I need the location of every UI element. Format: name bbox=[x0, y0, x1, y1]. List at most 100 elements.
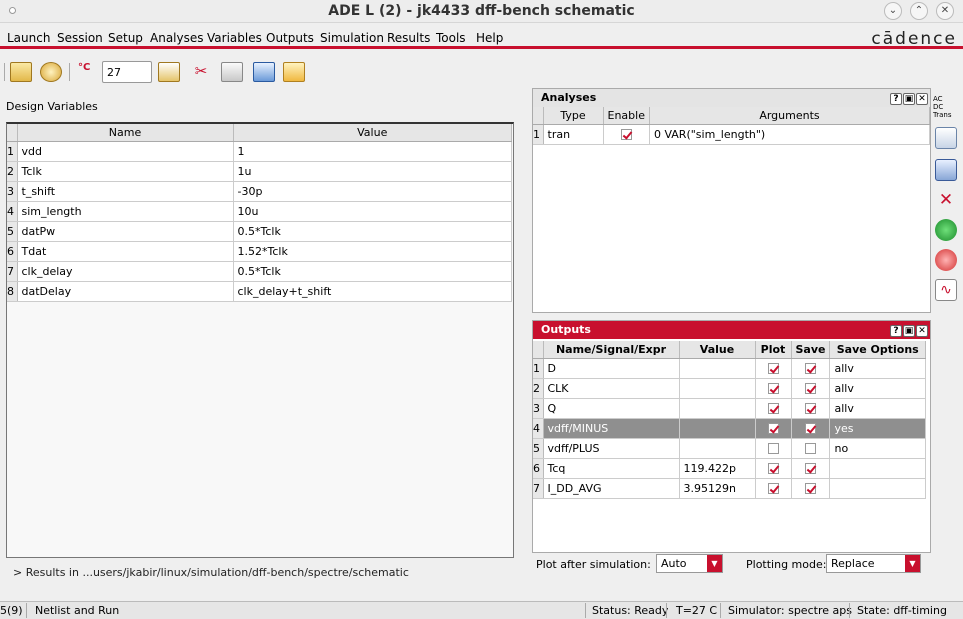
variable-name[interactable]: t_shift bbox=[17, 181, 234, 202]
table-row[interactable]: 7 I_DD_AVG 3.95129n bbox=[533, 478, 926, 499]
save-checkbox[interactable] bbox=[804, 363, 816, 374]
save-option[interactable]: allv bbox=[829, 358, 926, 379]
plot-checkbox[interactable] bbox=[767, 483, 779, 494]
save-option[interactable] bbox=[829, 458, 926, 479]
variable-value[interactable]: 10u bbox=[233, 201, 512, 222]
save-checkbox[interactable] bbox=[804, 383, 816, 394]
table-row[interactable]: 1 vdd 1 bbox=[7, 141, 512, 162]
variable-name[interactable]: sim_length bbox=[17, 201, 234, 222]
analysis-type[interactable]: tran bbox=[543, 124, 604, 145]
save-option[interactable]: yes bbox=[829, 418, 926, 439]
variable-name[interactable]: Tdat bbox=[17, 241, 234, 262]
table-row[interactable]: 3 Qallv bbox=[533, 398, 926, 419]
table-row[interactable]: 2 CLK allv bbox=[533, 378, 926, 399]
analysis-choice-icon[interactable]: AC DC Trans bbox=[933, 95, 952, 119]
variable-value[interactable]: 1.52*Tclk bbox=[233, 241, 512, 262]
plot-checkbox[interactable] bbox=[767, 463, 779, 474]
edit-icon[interactable] bbox=[253, 62, 275, 82]
setup-outputs-icon[interactable] bbox=[935, 159, 957, 181]
menu-session[interactable]: Session bbox=[57, 31, 103, 45]
plot-checkbox[interactable] bbox=[767, 403, 779, 414]
plotting-mode-select[interactable]: Replace ▼ bbox=[826, 554, 921, 573]
output-name[interactable]: Tcq bbox=[543, 458, 680, 479]
column-header-name-signal-expr[interactable]: Name/Signal/Expr bbox=[543, 341, 680, 359]
temperature-input[interactable] bbox=[102, 61, 152, 83]
open-folder-icon[interactable] bbox=[283, 62, 305, 82]
menu-variables[interactable]: Variables bbox=[207, 31, 262, 45]
output-name[interactable]: I_DD_AVG bbox=[543, 478, 680, 499]
menu-tools[interactable]: Tools bbox=[436, 31, 466, 45]
close-pane-icon[interactable]: ✕ bbox=[916, 325, 928, 337]
table-row[interactable]: 2 Tclk 1u bbox=[7, 161, 512, 182]
table-row[interactable]: 3 t_shift -30p bbox=[7, 181, 512, 202]
column-header-value[interactable]: Value bbox=[679, 341, 756, 359]
close-icon[interactable]: ✕ bbox=[936, 2, 954, 20]
edit-variables-icon[interactable] bbox=[935, 127, 957, 149]
save-option[interactable]: no bbox=[829, 438, 926, 459]
output-name[interactable]: D bbox=[543, 358, 680, 379]
variable-value[interactable]: clk_delay+t_shift bbox=[233, 281, 512, 302]
column-header-value[interactable]: Value bbox=[233, 124, 512, 142]
column-header-save[interactable]: Save bbox=[791, 341, 831, 359]
save-checkbox[interactable] bbox=[804, 403, 816, 414]
select-on-schematic-icon[interactable]: ✂ bbox=[190, 62, 212, 82]
table-row[interactable]: 4 vdff/MINUS yes bbox=[533, 418, 926, 439]
table-row[interactable]: 8 datDelay clk_delay+t_shift bbox=[7, 281, 512, 302]
delete-icon[interactable]: ✕ bbox=[935, 189, 957, 211]
menu-simulation[interactable]: Simulation bbox=[320, 31, 384, 45]
help-icon[interactable]: ? bbox=[890, 325, 902, 337]
column-header-type[interactable]: Type bbox=[543, 107, 604, 125]
analysis-arguments[interactable]: 0 VAR("sim_length") bbox=[649, 124, 931, 145]
enable-checkbox[interactable] bbox=[620, 129, 632, 140]
table-row[interactable]: 4 sim_length 10u bbox=[7, 201, 512, 222]
minimize-icon[interactable]: ⌄ bbox=[884, 2, 902, 20]
table-row[interactable]: 6 Tdat 1.52*Tclk bbox=[7, 241, 512, 262]
menu-outputs[interactable]: Outputs bbox=[266, 31, 314, 45]
column-header-arguments[interactable]: Arguments bbox=[649, 107, 931, 125]
menu-setup[interactable]: Setup bbox=[108, 31, 143, 45]
variable-value[interactable]: 1u bbox=[233, 161, 512, 182]
output-name[interactable]: CLK bbox=[543, 378, 680, 399]
menu-help[interactable]: Help bbox=[476, 31, 503, 45]
column-header-save-options[interactable]: Save Options bbox=[829, 341, 926, 359]
table-row[interactable]: 7 clk_delay 0.5*Tclk bbox=[7, 261, 512, 282]
run-simulation-icon[interactable] bbox=[935, 219, 957, 241]
save-option[interactable] bbox=[829, 478, 926, 499]
table-row[interactable]: 5 datPw 0.5*Tclk bbox=[7, 221, 512, 242]
variable-name[interactable]: datPw bbox=[17, 221, 234, 242]
save-option[interactable]: allv bbox=[829, 398, 926, 419]
variable-value[interactable]: 1 bbox=[233, 141, 512, 162]
column-header-name[interactable]: Name bbox=[17, 124, 234, 142]
output-name[interactable]: vdff/PLUS bbox=[543, 438, 680, 459]
column-header-plot[interactable]: Plot bbox=[755, 341, 792, 359]
stop-simulation-icon[interactable] bbox=[935, 249, 957, 271]
table-row[interactable]: 1 Dallv bbox=[533, 358, 926, 379]
save-checkbox[interactable] bbox=[804, 423, 816, 434]
float-icon[interactable]: ▣ bbox=[903, 325, 915, 337]
plot-checkbox[interactable] bbox=[767, 423, 779, 434]
float-icon[interactable]: ▣ bbox=[903, 93, 915, 105]
model-library-icon[interactable] bbox=[158, 62, 180, 82]
open-session-icon[interactable] bbox=[10, 62, 32, 82]
plot-checkbox[interactable] bbox=[767, 363, 779, 374]
setup-gear-icon[interactable] bbox=[40, 62, 62, 82]
save-checkbox[interactable] bbox=[804, 443, 816, 454]
variable-name[interactable]: clk_delay bbox=[17, 261, 234, 282]
table-row[interactable]: 6 Tcq 119.422p bbox=[533, 458, 926, 479]
variable-name[interactable]: datDelay bbox=[17, 281, 234, 302]
variable-value[interactable]: 0.5*Tclk bbox=[233, 221, 512, 242]
save-option[interactable]: allv bbox=[829, 378, 926, 399]
variable-name[interactable]: vdd bbox=[17, 141, 234, 162]
variable-value[interactable]: -30p bbox=[233, 181, 512, 202]
plot-after-simulation-select[interactable]: Auto ▼ bbox=[656, 554, 723, 573]
help-icon[interactable]: ? bbox=[890, 93, 902, 105]
plot-checkbox[interactable] bbox=[767, 443, 779, 454]
menu-results[interactable]: Results bbox=[387, 31, 430, 45]
plot-outputs-icon[interactable]: ∿ bbox=[935, 279, 957, 301]
column-header-enable[interactable]: Enable bbox=[603, 107, 650, 125]
plot-checkbox[interactable] bbox=[767, 383, 779, 394]
table-row[interactable]: 5 vdff/PLUS no bbox=[533, 438, 926, 459]
save-state-icon[interactable] bbox=[221, 62, 243, 82]
output-name[interactable]: vdff/MINUS bbox=[543, 418, 680, 439]
output-name[interactable]: Q bbox=[543, 398, 680, 419]
